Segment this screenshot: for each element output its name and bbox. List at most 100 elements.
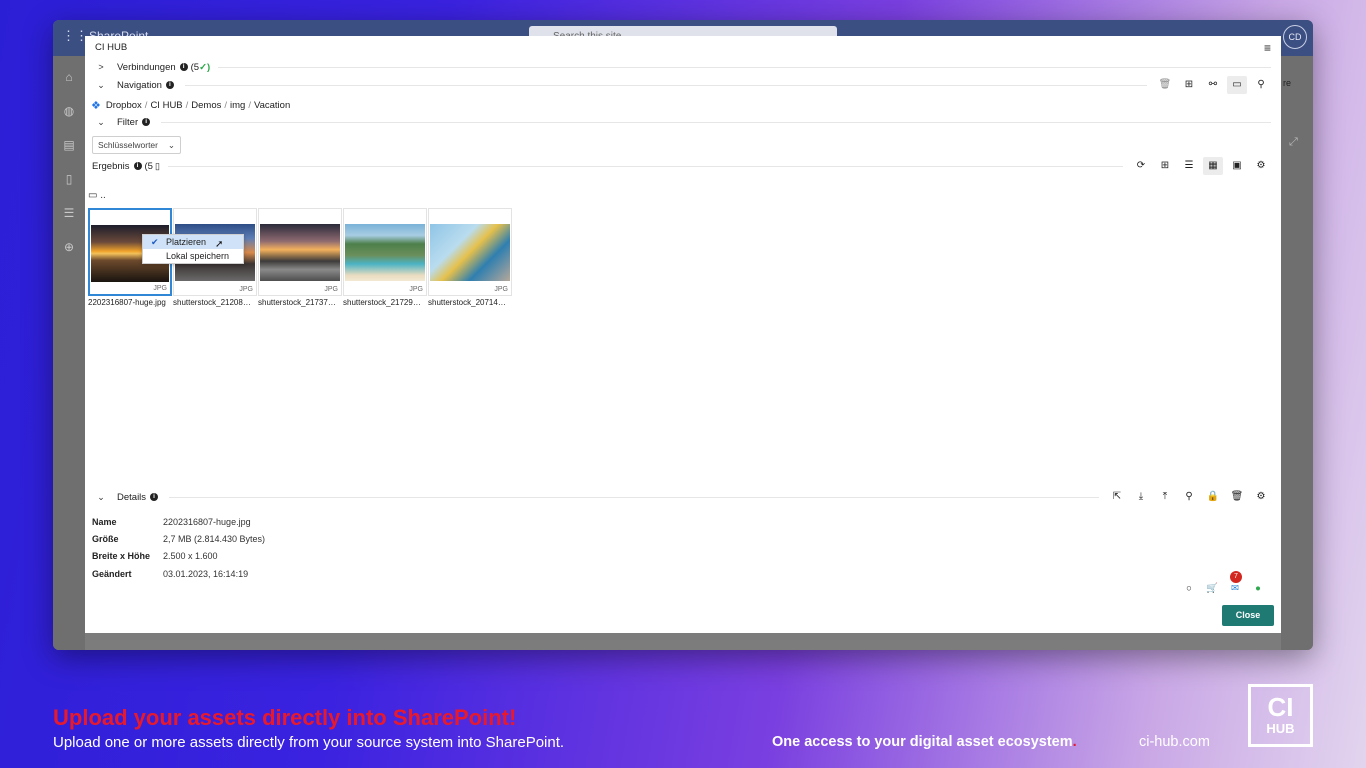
breadcrumb-item[interactable]: CI HUB	[150, 100, 182, 111]
logo-ci: CI	[1267, 692, 1294, 722]
grid-view-icon[interactable]: ▦	[1203, 157, 1223, 175]
add-icon[interactable]: ⊞	[1155, 157, 1175, 175]
info-icon[interactable]: i	[179, 63, 188, 71]
settings-icon[interactable]: ⚙	[1251, 488, 1271, 506]
add-icon[interactable]: ⊞	[1179, 76, 1199, 94]
breadcrumb-item[interactable]: Demos	[191, 100, 221, 111]
list-view-icon[interactable]: ☰	[1179, 157, 1199, 175]
info-icon[interactable]: i	[165, 81, 174, 89]
folder-up[interactable]: ▭ ..	[88, 190, 106, 201]
avatar[interactable]: CD	[1283, 25, 1307, 49]
keywords-select[interactable]: Schlüsselworter ⌄	[92, 136, 181, 154]
notification-badge: 7	[1230, 571, 1242, 583]
website-link[interactable]: ci-hub.com	[1139, 734, 1210, 750]
breadcrumb-item[interactable]: Dropbox	[106, 100, 142, 111]
create-icon[interactable]: ⊕	[62, 240, 76, 254]
expand-icon[interactable]: ⤢	[1289, 136, 1298, 149]
chevron-down-icon[interactable]: ⌄	[95, 492, 107, 503]
promo-headline: Upload your assets directly into SharePo…	[53, 705, 517, 730]
detail-value: 03.01.2023, 16:14:19	[163, 568, 249, 579]
thumbnail-item[interactable]: JPG shutterstock_20714…	[428, 208, 512, 307]
mouse-cursor-icon: ➚	[215, 239, 224, 250]
chevron-down-icon[interactable]: ⌄	[95, 117, 107, 128]
detail-value: 2,7 MB (2.814.430 Bytes)	[163, 533, 266, 544]
divider	[184, 84, 1147, 86]
folder-icon[interactable]: ▭	[1227, 76, 1247, 94]
list-icon[interactable]: ☰	[62, 206, 76, 220]
sync-icon[interactable]: ○	[1182, 583, 1196, 594]
results-section: Ergebnis i (5 ▯ ⟳ ⊞ ☰ ▦ ▣ ⚙	[92, 157, 1271, 175]
file-type: JPG	[153, 285, 167, 292]
cart-icon[interactable]: 🛒	[1205, 583, 1219, 594]
ci-hub-logo: CI HUB	[1248, 684, 1313, 747]
thumbnail-name: shutterstock_21729…	[343, 298, 421, 307]
navigation-toolbar: 🗑 ⊞ ⚯ ▭ ⚲	[1155, 76, 1271, 94]
filter-label: Filter	[117, 116, 139, 128]
breadcrumb: ❖ Dropbox / CI HUB / Demos / img / Vacat…	[91, 100, 291, 112]
breadcrumb-item[interactable]: img	[230, 100, 245, 111]
info-icon[interactable]: i	[142, 118, 151, 126]
trash-icon[interactable]: 🗑	[1227, 488, 1247, 506]
thumbnail-frame[interactable]: JPG	[343, 208, 427, 296]
info-icon[interactable]: i	[133, 162, 142, 170]
thumbnail-frame[interactable]: JPG	[428, 208, 512, 296]
filter-section[interactable]: ⌄ Filter i	[95, 115, 1271, 129]
promo-subtext: Upload one or more assets directly from …	[53, 734, 565, 751]
breadcrumb-item[interactable]: Vacation	[254, 100, 290, 111]
thumbnail-item[interactable]: JPG shutterstock_21729…	[343, 208, 427, 307]
detail-value: 2202316807-huge.jpg	[163, 516, 251, 527]
sharepoint-rail: ⌂ ◍ ▤ ▯ ☰ ⊕	[53, 56, 85, 650]
settings-icon[interactable]: ⚙	[1251, 157, 1271, 175]
connections-count: (5	[190, 61, 200, 73]
panel-title: CI HUB	[95, 42, 128, 53]
lock-icon[interactable]: 🔒	[1203, 488, 1223, 506]
results-label: Ergebnis	[92, 160, 130, 172]
details-label: Details	[117, 491, 147, 503]
mail-icon[interactable]: ✉ 7	[1228, 571, 1242, 594]
upload-icon[interactable]: ⤒	[1155, 488, 1175, 506]
chevron-down-icon: ⌄	[167, 139, 175, 150]
divider	[218, 66, 1271, 68]
keywords-select-value: Schlüsselworter	[98, 140, 158, 150]
detail-row: Name 2202316807-huge.jpg	[92, 513, 265, 530]
detail-key: Geändert	[92, 568, 132, 579]
results-count: (5	[144, 160, 153, 172]
menu-icon[interactable]: ≡	[1264, 41, 1271, 55]
search-icon[interactable]: ⚲	[1251, 76, 1271, 94]
close-button[interactable]: Close	[1222, 605, 1274, 626]
chevron-right-icon[interactable]: >	[95, 62, 107, 72]
detail-row: Größe 2,7 MB (2.814.430 Bytes)	[92, 530, 265, 547]
tagline: One access to your digital asset ecosyst…	[772, 734, 1077, 750]
tagline-dot: .	[1072, 734, 1077, 750]
folder-up-label: ..	[100, 190, 106, 201]
file-icon: ▯	[154, 160, 160, 171]
link-icon[interactable]: ⚯	[1203, 76, 1223, 94]
results-toolbar: ⟳ ⊞ ☰ ▦ ▣ ⚙	[1131, 157, 1271, 175]
home-icon[interactable]: ⌂	[62, 70, 76, 84]
trash-icon[interactable]: 🗑	[1155, 76, 1175, 94]
thumbnail-name: 2202316807-huge.jpg	[88, 298, 166, 307]
thumbnail-frame[interactable]: JPG	[258, 208, 342, 296]
zoom-icon[interactable]: ⚲	[1179, 488, 1199, 506]
news-icon[interactable]: ▤	[62, 138, 76, 152]
open-external-icon[interactable]: ⇱	[1107, 488, 1127, 506]
card-view-icon[interactable]: ▣	[1227, 157, 1247, 175]
user-icon[interactable]: ●	[1251, 583, 1265, 594]
menu-item-save-locally[interactable]: Lokal speichern	[143, 249, 243, 263]
app-launcher-icon[interactable]: ⋮⋮	[62, 29, 88, 43]
divider	[169, 496, 1099, 498]
globe-icon[interactable]: ◍	[62, 104, 76, 118]
refresh-icon[interactable]: ⟳	[1131, 157, 1151, 175]
thumbnail-item[interactable]: JPG shutterstock_21737…	[258, 208, 342, 307]
menu-item-place[interactable]: ✔ Platzieren	[143, 235, 243, 249]
sharepoint-right-strip: re ⤢	[1281, 56, 1313, 650]
document-icon[interactable]: ▯	[62, 172, 76, 186]
tagline-text: One access to your digital asset ecosyst…	[772, 734, 1073, 750]
navigation-section[interactable]: ⌄ Navigation i 🗑 ⊞ ⚯ ▭ ⚲	[95, 76, 1271, 94]
download-icon[interactable]: ⤓	[1131, 488, 1151, 506]
detail-row: Geändert 03.01.2023, 16:14:19	[92, 565, 265, 582]
chevron-down-icon[interactable]: ⌄	[95, 80, 107, 91]
details-section[interactable]: ⌄ Details i ⇱ ⤓ ⤒ ⚲ 🔒 🗑 ⚙	[95, 490, 1271, 504]
connections-section[interactable]: > Verbindungen i (5 ✓)	[95, 60, 1271, 74]
info-icon[interactable]: i	[150, 493, 159, 501]
